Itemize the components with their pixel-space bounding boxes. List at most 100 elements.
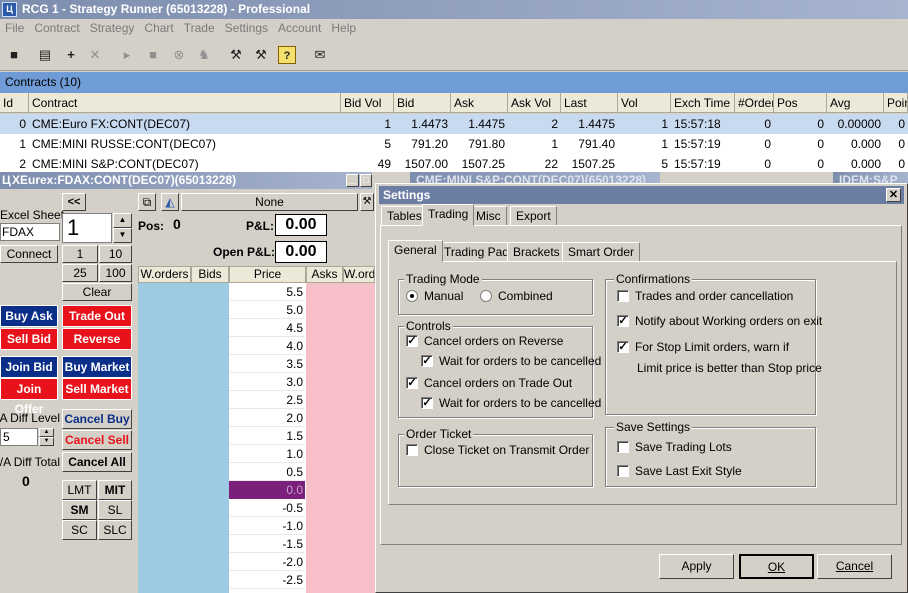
col-ask-vol[interactable]: Ask Vol [508,93,561,113]
price-level[interactable]: -2.5 [229,571,305,589]
tools-icon[interactable]: ⚒ [360,193,374,211]
lmt-button[interactable]: LMT [62,480,97,500]
manual-label[interactable]: Manual [424,289,463,303]
wait-cancel-reverse-checkbox[interactable]: ✓ [421,355,433,367]
col-contract[interactable]: Contract [29,93,341,113]
table-row[interactable]: 0 CME:Euro FX:CONT(DEC07) 1 1.4473 1.447… [0,114,908,134]
ok-button[interactable]: OK [739,554,814,579]
qty-up-icon[interactable]: ▲ [113,213,132,228]
trades-cancellation-label[interactable]: Trades and order cancellation [635,289,793,303]
cancel-on-reverse-label[interactable]: Cancel orders on Reverse [424,334,563,348]
cancel-on-trade-out-label[interactable]: Cancel orders on Trade Out [424,376,572,390]
add-icon[interactable]: + [62,46,80,64]
price-level[interactable]: 3.0 [229,373,305,391]
col-last[interactable]: Last [561,93,618,113]
price-level[interactable]: 1.0 [229,445,305,463]
price-level[interactable]: 5.0 [229,301,305,319]
wait-cancel-trade-out-checkbox[interactable]: ✓ [421,397,433,409]
trades-cancellation-checkbox[interactable] [617,290,629,302]
price-level[interactable]: 5.5 [229,283,305,301]
col-vol[interactable]: Vol [618,93,671,113]
col-pos[interactable]: Pos [774,93,827,113]
new-document-icon[interactable]: ▤ [36,46,54,64]
chart-icon[interactable]: ◭ [161,193,179,211]
menu-help[interactable]: Help [326,19,361,38]
play-icon[interactable]: ▸ [118,46,136,64]
cancel-sell-button[interactable]: Cancel Sell [62,430,132,450]
col-bid-vol[interactable]: Bid Vol [341,93,394,113]
menu-settings[interactable]: Settings [220,19,273,38]
close-ticket-checkbox[interactable] [406,444,418,456]
sell-bid-button[interactable]: Sell Bid [0,328,58,350]
cancel-button[interactable]: Cancel [817,554,892,579]
mit-button[interactable]: MIT [98,480,132,500]
diff-up-icon[interactable]: ▲ [39,428,54,437]
sc-button[interactable]: SC [62,520,97,540]
menu-strategy[interactable]: Strategy [85,19,140,38]
price-level[interactable]: 2.5 [229,391,305,409]
price-level[interactable]: 4.0 [229,337,305,355]
collapse-button[interactable]: << [62,193,86,211]
join-offer-button[interactable]: Join Offer [0,378,58,416]
clear-button[interactable]: Clear [62,283,132,301]
notify-working-orders-checkbox[interactable]: ✓ [617,315,629,327]
strategy-select[interactable]: None [181,193,358,211]
price-level[interactable]: 3.5 [229,355,305,373]
diff-level-input[interactable]: 5 [0,428,38,446]
qty-10-button[interactable]: 10 [99,245,132,263]
save-trading-lots-checkbox[interactable] [617,441,629,453]
stop-limit-warn-checkbox[interactable]: ✓ [617,341,629,353]
qty-down-icon[interactable]: ▼ [113,228,132,243]
save-trading-lots-label[interactable]: Save Trading Lots [635,440,732,454]
sell-market-button[interactable]: Sell Market [62,378,132,400]
price-level[interactable]: -2.0 [229,553,305,571]
tab-tables[interactable]: Tables [381,206,428,226]
menu-chart[interactable]: Chart [139,19,178,38]
minimize-icon[interactable]: _ [346,174,359,187]
price-level[interactable]: -0.5 [229,499,305,517]
manual-radio[interactable] [406,290,418,302]
excel-sheet-input[interactable]: FDAX [0,223,60,241]
table-row[interactable]: 2 CME:MINI S&P:CONT(DEC07) 49 1507.00 15… [0,154,908,172]
combined-label[interactable]: Combined [498,289,553,303]
stop-limit-warn-label[interactable]: For Stop Limit orders, warn if [635,340,789,354]
reverse-button[interactable]: Reverse [62,328,132,350]
buy-market-button[interactable]: Buy Market [62,356,132,378]
col-orders[interactable]: #Orders [735,93,774,113]
mail-icon[interactable]: ✉ [311,46,329,64]
close-icon[interactable]: ✕ [886,188,901,202]
cancel-orders-icon[interactable]: ⊗ [170,46,188,64]
price-level[interactable]: 2.0 [229,409,305,427]
price-level[interactable]: 0.5 [229,463,305,481]
tab-misc[interactable]: Misc [470,206,507,226]
apply-button[interactable]: Apply [659,554,734,579]
connect-button[interactable]: Connect [0,245,58,263]
col-id[interactable]: Id [0,93,29,113]
col-points[interactable]: Points [884,93,908,113]
cancel-all-button[interactable]: Cancel All [62,452,132,472]
save-last-exit-style-checkbox[interactable] [617,465,629,477]
subtab-general[interactable]: General [388,240,443,262]
cancel-on-trade-out-checkbox[interactable]: ✓ [406,377,418,389]
qty-100-button[interactable]: 100 [99,264,132,282]
save-icon[interactable]: ■ [5,46,23,64]
close-ticket-label[interactable]: Close Ticket on Transmit Order [424,443,589,457]
menu-contract[interactable]: Contract [29,19,84,38]
working-orders-ask-column[interactable] [343,283,375,593]
settings-tools-icon[interactable]: ⚒ [227,46,245,64]
combined-radio[interactable] [480,290,492,302]
subtab-trading-pad[interactable]: Trading Pad [438,242,515,262]
trade-out-button[interactable]: Trade Out [62,305,132,327]
menu-account[interactable]: Account [273,19,326,38]
tab-export[interactable]: Export [510,206,557,226]
notify-working-orders-label[interactable]: Notify about Working orders on exit [635,314,822,328]
price-level[interactable]: 0.0 [229,481,305,499]
help-icon[interactable]: ? [278,46,296,64]
price-level[interactable]: 4.5 [229,319,305,337]
save-last-exit-style-label[interactable]: Save Last Exit Style [635,464,742,478]
price-level[interactable]: -1.0 [229,517,305,535]
maximize-icon[interactable]: □ [360,174,372,187]
bids-column[interactable] [191,283,229,593]
quantity-input[interactable]: 1 [62,213,112,243]
diff-down-icon[interactable]: ▼ [39,437,54,446]
